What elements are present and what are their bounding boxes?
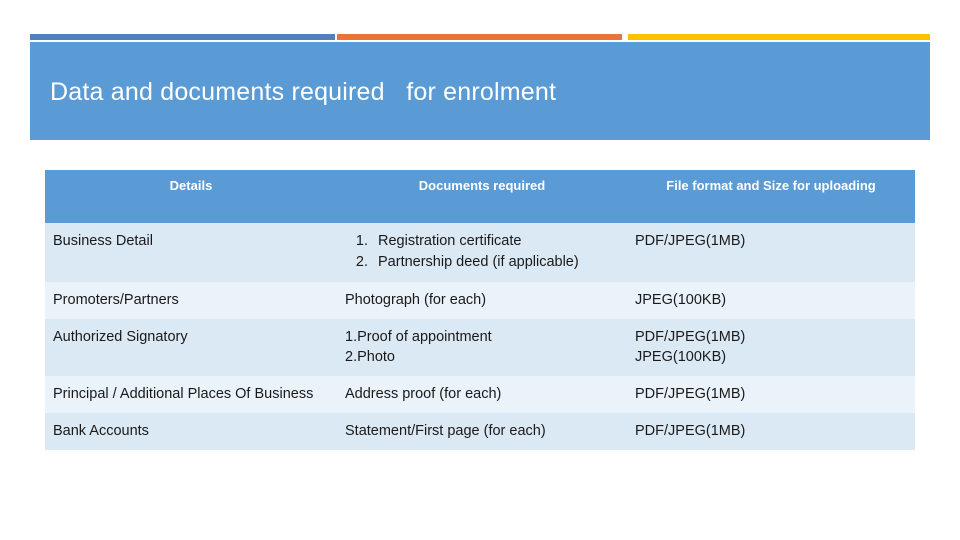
slide: Data and documents required for enrolmen… <box>0 0 960 540</box>
table-header-row: Details Documents required File format a… <box>45 170 915 223</box>
cell-file-format: JPEG(100KB) <box>627 282 915 319</box>
file-format-line: PDF/JPEG(1MB) <box>635 423 746 439</box>
cell-file-format: PDF/JPEG(1MB) JPEG(100KB) <box>627 319 915 376</box>
document-line: 1.Proof of appointment <box>345 329 492 345</box>
cell-details: Business Detail <box>45 223 337 282</box>
cell-file-format: PDF/JPEG(1MB) <box>627 376 915 413</box>
cell-documents: Photograph (for each) <box>337 282 627 319</box>
accent-bar-orange <box>337 34 622 40</box>
column-header-documents-required: Documents required <box>337 170 627 223</box>
accent-bar-blue <box>30 34 335 40</box>
cell-documents: Address proof (for each) <box>337 376 627 413</box>
file-format-line: JPEG(100KB) <box>635 349 727 365</box>
cell-details: Bank Accounts <box>45 413 337 450</box>
cell-details: Authorized Signatory <box>45 319 337 376</box>
table-row: Authorized Signatory 1.Proof of appointm… <box>45 319 915 376</box>
table-body: Business Detail Registration certificate… <box>45 223 915 450</box>
file-format-line: PDF/JPEG(1MB) <box>635 386 746 402</box>
cell-file-format: PDF/JPEG(1MB) <box>627 223 915 282</box>
file-format-line: PDF/JPEG(1MB) <box>635 329 746 345</box>
page-title: Data and documents required for enrolmen… <box>50 78 557 106</box>
list-item: Registration certificate <box>372 231 619 252</box>
table-row: Promoters/Partners Photograph (for each)… <box>45 282 915 319</box>
cell-documents: Registration certificate Partnership dee… <box>337 223 627 282</box>
top-accent-bars <box>0 34 960 40</box>
table-header: Details Documents required File format a… <box>45 170 915 223</box>
file-format-line: PDF/JPEG(1MB) <box>635 233 746 249</box>
column-header-file-format: File format and Size for uploading <box>627 170 915 223</box>
accent-bar-yellow <box>628 34 930 40</box>
documents-ordered-list: Registration certificate Partnership dee… <box>345 231 619 273</box>
cell-file-format: PDF/JPEG(1MB) <box>627 413 915 450</box>
document-line: 2.Photo <box>345 349 395 365</box>
cell-documents: Statement/First page (for each) <box>337 413 627 450</box>
cell-details: Promoters/Partners <box>45 282 337 319</box>
table-row: Principal / Additional Places Of Busines… <box>45 376 915 413</box>
cell-details: Principal / Additional Places Of Busines… <box>45 376 337 413</box>
file-format-line: JPEG(100KB) <box>635 292 727 308</box>
table-row: Bank Accounts Statement/First page (for … <box>45 413 915 450</box>
table-row: Business Detail Registration certificate… <box>45 223 915 282</box>
list-item: Partnership deed (if applicable) <box>372 252 619 273</box>
title-band: Data and documents required for enrolmen… <box>30 42 930 140</box>
documents-table-wrapper: Details Documents required File format a… <box>45 170 915 450</box>
documents-table: Details Documents required File format a… <box>45 170 915 450</box>
cell-documents: 1.Proof of appointment 2.Photo <box>337 319 627 376</box>
column-header-details: Details <box>45 170 337 223</box>
